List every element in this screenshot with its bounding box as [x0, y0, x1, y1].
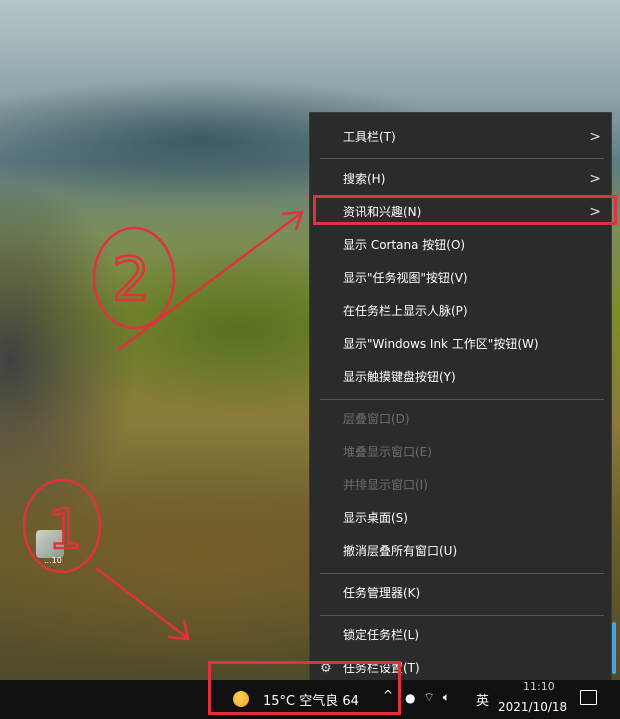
menu-item-label: 工具栏(T): [343, 130, 396, 144]
annotation-highlight-news: [313, 195, 617, 225]
menu-item-label: 任务管理器(K): [343, 586, 421, 600]
desktop-shortcut-label: ...10: [44, 556, 62, 565]
menu-item-label: 堆叠显示窗口(E): [343, 445, 432, 459]
network-icon[interactable]: ⌔: [423, 690, 434, 705]
system-tray: ● ⌔ 🔈︎: [405, 690, 450, 705]
clock-date[interactable]: 2021/10/18: [498, 700, 567, 714]
menu-item-lock-taskbar[interactable]: 锁定任务栏(L): [310, 620, 611, 651]
desktop-shortcut-icon[interactable]: [36, 530, 64, 558]
menu-separator: [320, 399, 604, 400]
wechat-icon[interactable]: ●: [405, 691, 415, 705]
clock-time[interactable]: 11:10: [523, 680, 555, 693]
volume-icon[interactable]: 🔈︎: [443, 690, 450, 705]
taskbar-context-menu: 工具栏(T) > 搜索(H) > 资讯和兴趣(N) > 显示 Cortana 按…: [309, 112, 617, 686]
menu-item-stack-windows: 堆叠显示窗口(E): [310, 437, 611, 468]
scrollbar-thumb[interactable]: [612, 622, 616, 674]
menu-item-show-touch-keyboard[interactable]: 显示触摸键盘按钮(Y): [310, 362, 611, 393]
menu-item-show-desktop[interactable]: 显示桌面(S): [310, 503, 611, 534]
menu-item-label: 并排显示窗口(I): [343, 478, 428, 492]
chevron-right-icon: >: [589, 171, 601, 187]
menu-item-label: 显示"任务视图"按钮(V): [343, 271, 468, 285]
menu-separator: [320, 158, 604, 159]
menu-separator: [320, 615, 604, 616]
menu-item-side-by-side-windows: 并排显示窗口(I): [310, 470, 611, 501]
menu-item-show-task-view[interactable]: 显示"任务视图"按钮(V): [310, 263, 611, 294]
menu-item-label: 显示桌面(S): [343, 511, 408, 525]
menu-item-search[interactable]: 搜索(H) >: [310, 164, 611, 195]
input-method-indicator[interactable]: 英: [476, 690, 489, 709]
menu-item-label: 搜索(H): [343, 172, 386, 186]
menu-item-label: 层叠窗口(D): [343, 412, 410, 426]
menu-item-undo-cascade[interactable]: 撤消层叠所有窗口(U): [310, 536, 611, 567]
menu-item-task-manager[interactable]: 任务管理器(K): [310, 578, 611, 609]
notification-center-icon[interactable]: [580, 690, 597, 705]
menu-item-label: 显示 Cortana 按钮(O): [343, 238, 466, 252]
menu-item-show-cortana[interactable]: 显示 Cortana 按钮(O): [310, 230, 611, 261]
menu-item-label: 锁定任务栏(L): [343, 628, 420, 642]
menu-item-label: 显示触摸键盘按钮(Y): [343, 370, 456, 384]
menu-separator: [320, 573, 604, 574]
menu-item-show-people[interactable]: 在任务栏上显示人脉(P): [310, 296, 611, 327]
menu-item-cascade-windows: 层叠窗口(D): [310, 404, 611, 435]
chevron-right-icon: >: [589, 129, 601, 145]
menu-item-label: 显示"Windows Ink 工作区"按钮(W): [343, 337, 539, 351]
menu-item-toolbars[interactable]: 工具栏(T) >: [310, 122, 611, 153]
menu-item-show-windows-ink[interactable]: 显示"Windows Ink 工作区"按钮(W): [310, 329, 611, 360]
menu-item-label: 撤消层叠所有窗口(U): [343, 544, 458, 558]
annotation-highlight-weather: [208, 661, 401, 715]
menu-item-label: 在任务栏上显示人脉(P): [343, 304, 468, 318]
